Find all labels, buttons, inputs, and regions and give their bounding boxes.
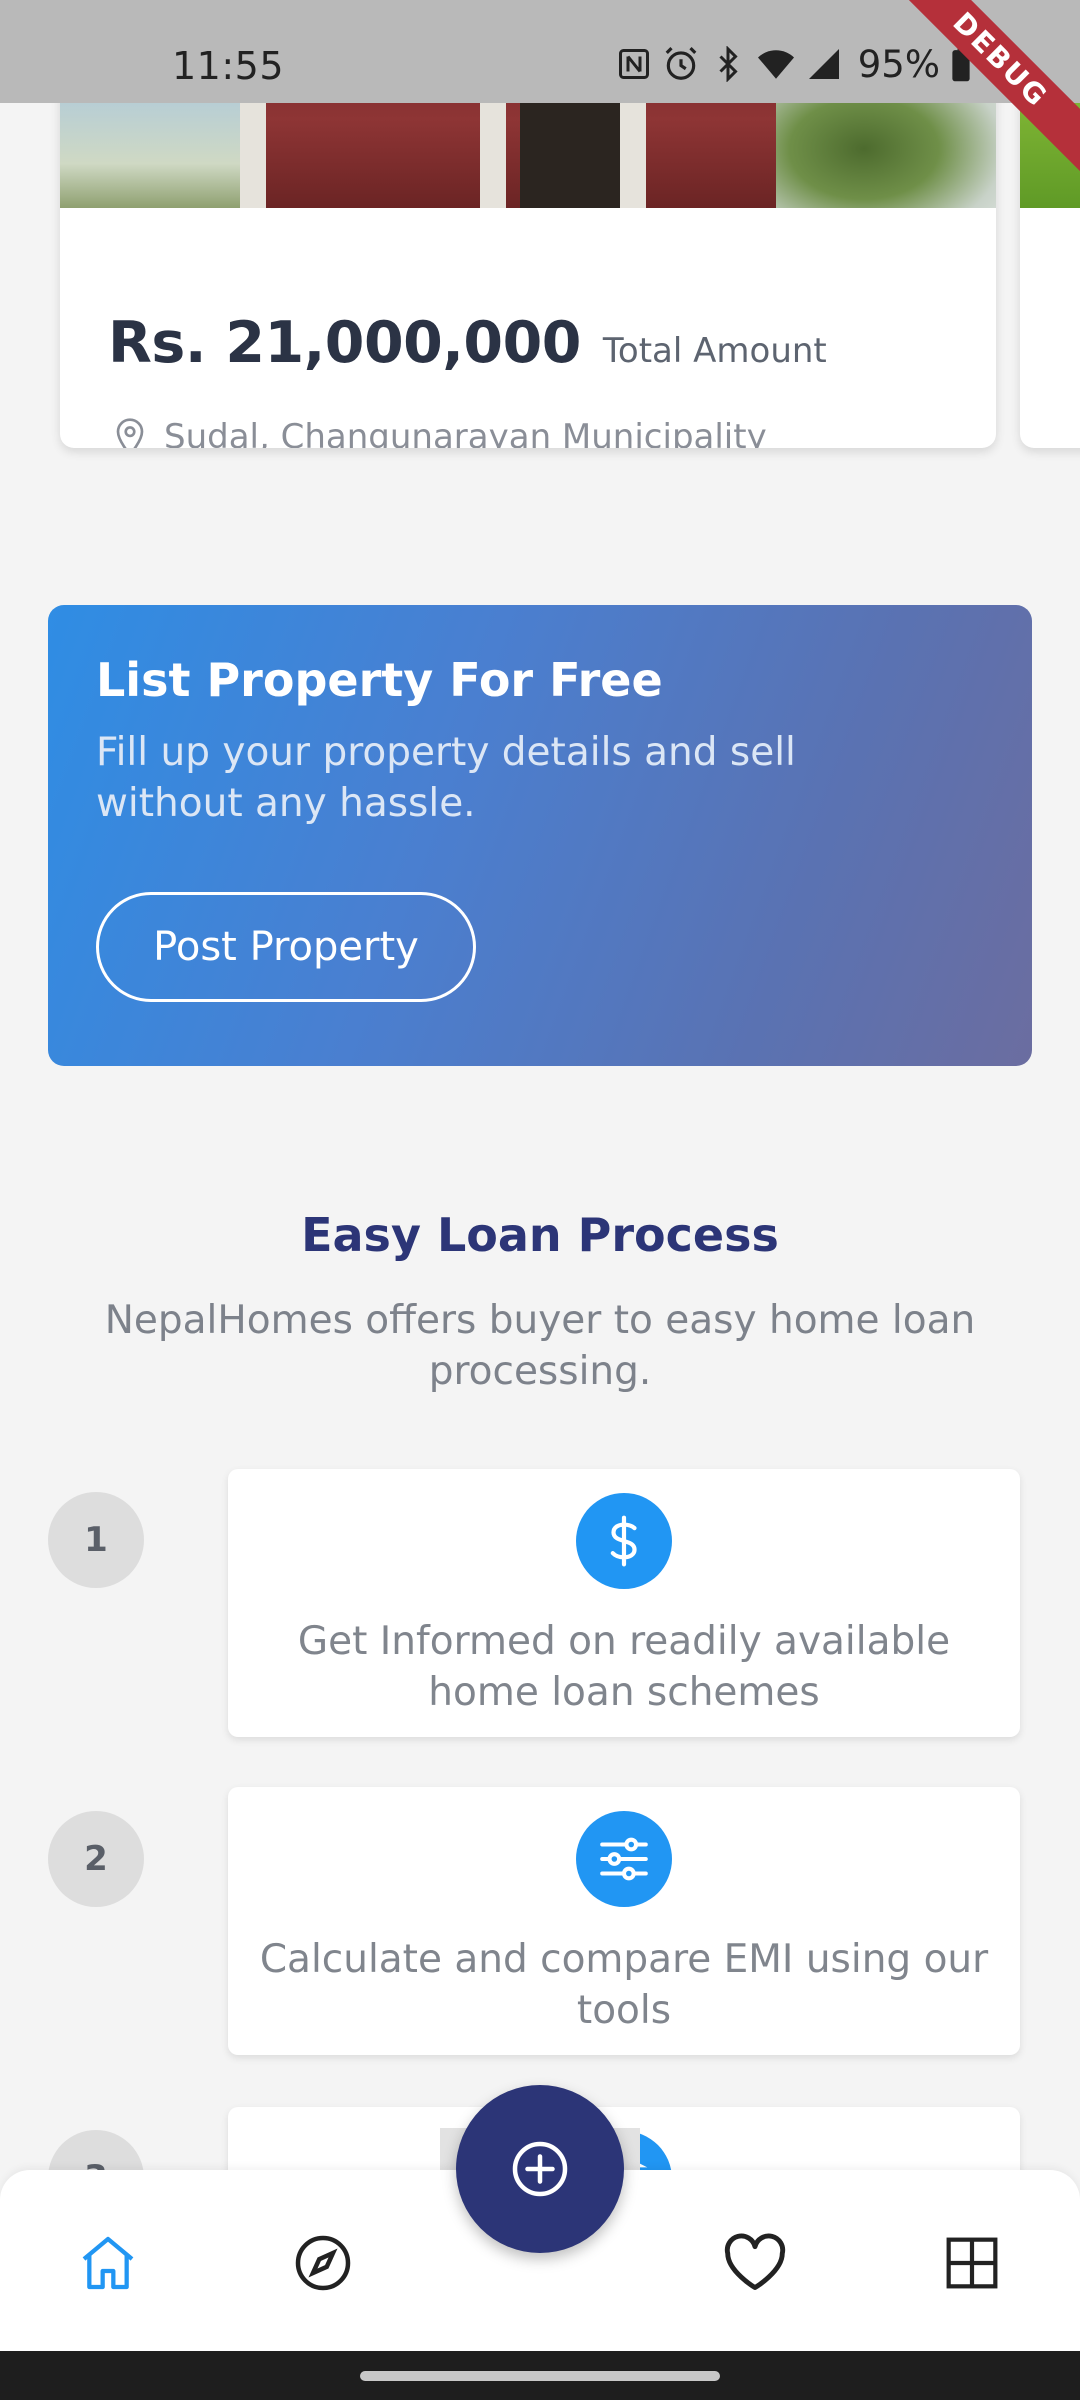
gesture-handle[interactable] [360, 2371, 720, 2381]
loan-step-card[interactable]: Get Informed on readily available home l… [228, 1469, 1020, 1737]
nav-explore[interactable] [283, 2223, 363, 2303]
property-location: Sudal, Changunarayan Municipality [114, 415, 767, 448]
system-navigation-bar [0, 2351, 1080, 2400]
promo-text: Fill up your property details and sell w… [96, 730, 796, 826]
add-icon [512, 2141, 568, 2197]
nav-favorites[interactable] [715, 2223, 795, 2303]
sliders-icon [576, 1811, 672, 1907]
dollar-icon [576, 1493, 672, 1589]
property-price-row: Rs. 21,000,000 Total Amount [108, 310, 827, 376]
status-bar: 11:55 95% DEBUG [0, 0, 1080, 182]
step-number: 1 [48, 1492, 144, 1588]
loan-section-title: Easy Loan Process [301, 1208, 779, 1262]
grid-icon [946, 2237, 998, 2289]
status-icons: 95% [616, 42, 972, 86]
home-icon [82, 2236, 134, 2290]
property-location-text: Sudal, Changunarayan Municipality [164, 417, 767, 448]
explore-icon [295, 2235, 351, 2291]
post-property-button[interactable]: Post Property [96, 892, 476, 1002]
alarm-icon [665, 47, 697, 80]
add-property-fab[interactable] [456, 2085, 624, 2253]
property-price-label: Total Amount [602, 331, 827, 371]
location-pin-icon [116, 418, 144, 448]
step-number: 2 [48, 1811, 144, 1907]
battery-percent: 95% [857, 42, 940, 86]
loan-step-text: Calculate and compare EMI using our tool… [259, 1937, 989, 2033]
nav-home[interactable] [68, 2223, 148, 2303]
property-price: Rs. 21,000,000 [108, 310, 581, 376]
wifi-icon [757, 50, 794, 79]
favorite-icon [724, 2233, 786, 2290]
loan-section-subtitle: NepalHomes offers buyer to easy home loa… [104, 1298, 976, 1394]
property-card[interactable]: Rs. 21,000,000 Total Amount Sudal, Chang… [60, 60, 996, 448]
nfc-icon [618, 49, 649, 79]
promo-title: List Property For Free [96, 653, 663, 707]
signal-icon [808, 49, 839, 79]
nav-menu[interactable] [932, 2223, 1012, 2303]
status-time: 11:55 [172, 44, 285, 88]
list-property-banner: List Property For Free Fill up your prop… [48, 605, 1032, 1066]
bluetooth-icon [719, 46, 738, 82]
loan-step-card[interactable]: Calculate and compare EMI using our tool… [228, 1787, 1020, 2055]
loan-step-text: Get Informed on readily available home l… [297, 1619, 951, 1715]
